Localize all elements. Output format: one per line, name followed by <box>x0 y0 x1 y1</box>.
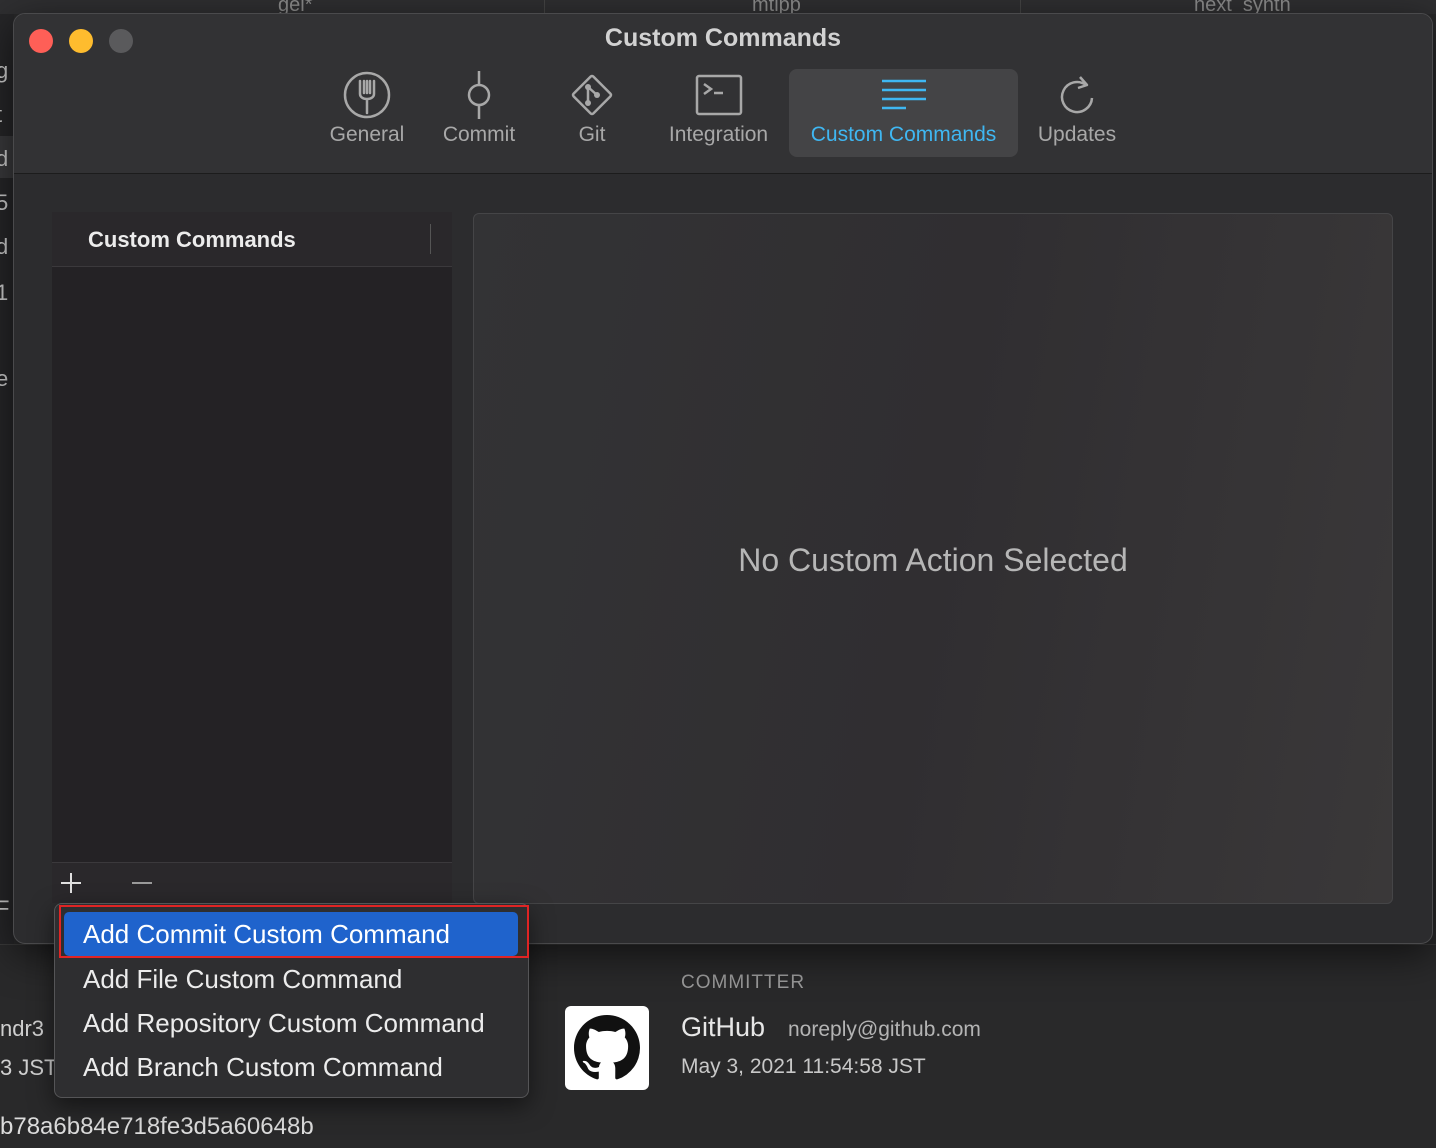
tab-updates[interactable]: Updates <box>1030 69 1124 157</box>
background-text-fragment: d <box>0 146 9 171</box>
tab-label: Integration <box>668 123 769 146</box>
list-footer <box>52 862 452 903</box>
commit-icon <box>467 71 491 119</box>
background-text-fragment: t <box>0 102 2 128</box>
tab-git[interactable]: Git <box>554 69 630 157</box>
background-text-fragment: e <box>0 366 9 391</box>
tab-divider <box>1020 0 1021 14</box>
committer-name: GitHub <box>681 1012 766 1042</box>
background-tab-bar: gel* mtlpp next_synth <box>0 0 1436 16</box>
tab-label: Commit <box>442 123 516 146</box>
background-text-fragment: 1 <box>0 280 9 305</box>
empty-state-message: No Custom Action Selected <box>738 542 1128 578</box>
background-text-fragment: 3 JST <box>0 1055 58 1080</box>
tab-label: Custom Commands <box>810 123 997 146</box>
tab-general[interactable]: General <box>319 69 415 157</box>
window-titlebar: Custom Commands General Commit Git Integ… <box>14 14 1432 174</box>
tab-label: Git <box>578 123 606 146</box>
background-text-fragment: d <box>0 234 9 259</box>
background-text-fragment: ndr3 <box>0 1016 45 1041</box>
list-header-label: Custom Commands <box>88 227 296 252</box>
refresh-icon <box>1060 76 1094 114</box>
committer-date: May 3, 2021 11:54:58 JST <box>681 1055 926 1078</box>
github-logo-icon <box>574 1015 640 1080</box>
minus-icon <box>132 882 152 884</box>
add-command-menu: Add Commit Custom Command Add File Custo… <box>54 903 529 1098</box>
column-divider[interactable] <box>430 224 431 254</box>
background-text-fragment: F <box>0 896 10 921</box>
background-text-fragment: 5 <box>0 190 9 215</box>
plus-icon <box>61 873 81 893</box>
remove-command-button[interactable] <box>125 867 159 899</box>
menu-item-add-branch-command[interactable]: Add Branch Custom Command <box>64 1045 518 1089</box>
command-detail-panel: No Custom Action Selected <box>473 213 1393 904</box>
tab-label: Updates <box>1037 123 1117 146</box>
background-sidebar: g t d 5 d 1 e F <box>0 14 14 944</box>
tab-label: General <box>329 123 405 146</box>
preferences-window: Custom Commands General Commit Git Integ… <box>13 13 1433 944</box>
tab-commit[interactable]: Commit <box>431 69 527 157</box>
lines-icon <box>881 79 926 110</box>
custom-commands-list[interactable]: Custom Commands <box>52 212 452 903</box>
git-icon <box>571 74 613 116</box>
committer-avatar <box>565 1006 649 1090</box>
terminal-icon <box>695 74 742 116</box>
list-header[interactable]: Custom Commands <box>52 212 452 267</box>
add-command-button[interactable] <box>54 867 88 899</box>
window-title: Custom Commands <box>604 24 842 52</box>
background-text-fragment: g <box>0 58 9 83</box>
tab-integration[interactable]: Integration <box>656 69 781 157</box>
tab-divider <box>544 0 545 14</box>
menu-item-add-repository-command[interactable]: Add Repository Custom Command <box>64 1001 518 1045</box>
menu-item-add-file-command[interactable]: Add File Custom Command <box>64 957 518 1001</box>
tab-custom-commands[interactable]: Custom Commands <box>789 69 1018 157</box>
fork-icon <box>343 71 391 119</box>
committer-heading: COMMITTER <box>681 972 806 993</box>
committer-email: noreply@github.com <box>788 1018 981 1041</box>
menu-item-add-commit-command[interactable]: Add Commit Custom Command <box>64 912 518 956</box>
commit-hash: b78a6b84e718fe3d5a60648b <box>0 1113 314 1140</box>
